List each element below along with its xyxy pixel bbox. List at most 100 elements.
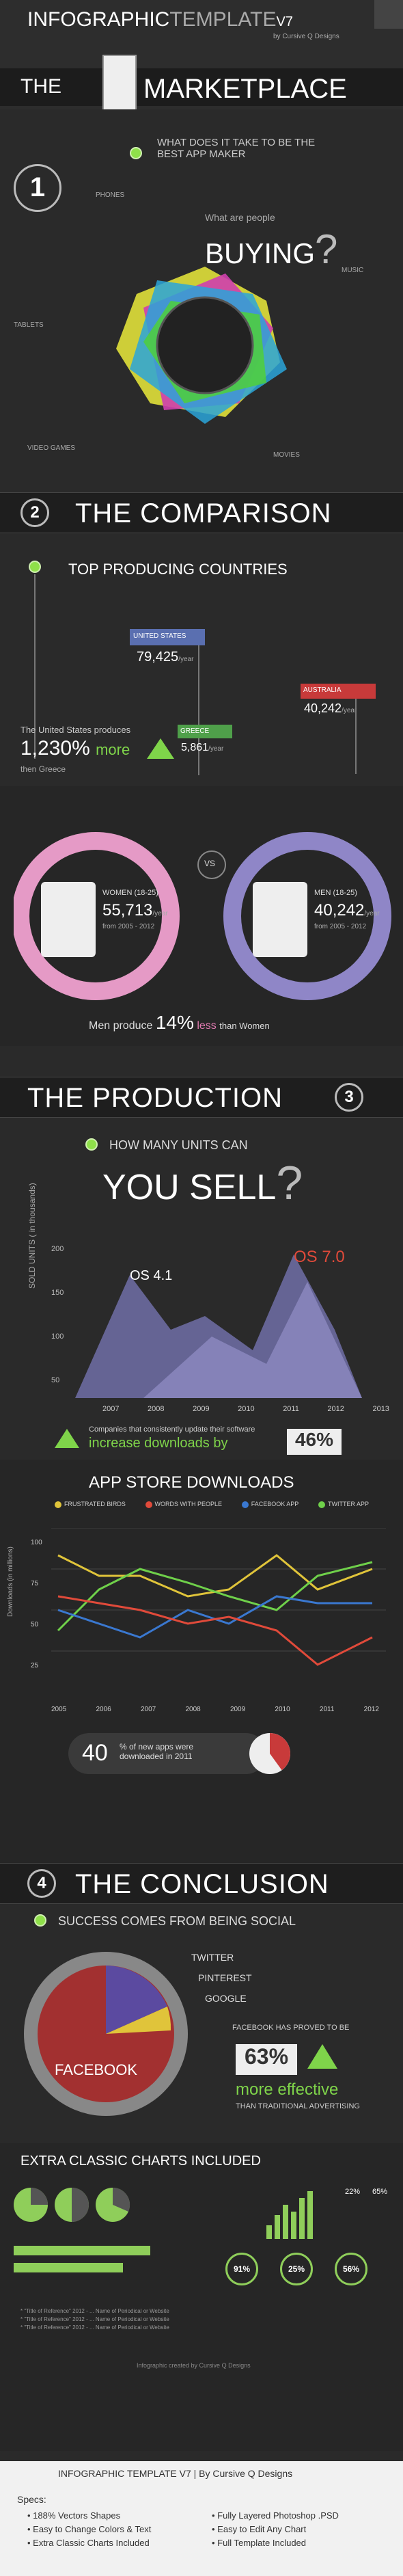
greece-bar: GREECE <box>178 725 232 738</box>
tablets-label: TABLETS <box>14 321 44 329</box>
up-arrow-icon <box>307 2044 337 2069</box>
us-bar: UNITED STATES <box>130 629 205 645</box>
social-donut <box>24 1952 188 2116</box>
infographic: INFOGRAPHICTEMPLATEV7 by Cursive Q Desig… <box>0 0 403 2576</box>
men-years: from 2005 - 2012 <box>314 923 367 930</box>
man-icon <box>253 882 307 957</box>
increase-text: increase downloads by <box>89 1436 228 1451</box>
dl-year-axis: 2005 2006 2007 2008 2009 2010 2011 2012 <box>51 1706 379 1713</box>
buying-label: What are people <box>205 212 275 223</box>
sold-units-label: SOLD UNITS ( in thousands) <box>27 1183 37 1289</box>
companies-text: Companies that consistently update their… <box>89 1425 255 1434</box>
woman-icon <box>41 882 96 957</box>
extra-charts: EXTRA CLASSIC CHARTS INCLUDED 22% 65% 91… <box>0 2143 403 2451</box>
footer-title: INFOGRAPHIC TEMPLATE V7 | By Cursive Q D… <box>58 2468 293 2479</box>
men-label: MEN (18-25) <box>314 889 357 897</box>
buying-chart <box>116 267 287 424</box>
facebook-label: FACEBOOK <box>55 2061 138 2078</box>
marker-dot <box>130 147 142 159</box>
conclusion-title: THE CONCLUSION <box>75 1869 329 1899</box>
circle-25: 25% <box>280 2253 313 2285</box>
header: INFOGRAPHICTEMPLATEV7 by Cursive Q Desig… <box>0 0 403 137</box>
phones-label: PHONES <box>96 191 125 199</box>
specs-right: • Fully Layered Photoshop .PSD • Easy to … <box>212 2510 339 2548</box>
year-axis: 2007 2008 2009 2010 2011 2012 2013 <box>102 1405 389 1413</box>
countries-section: TOP PRODUCING COUNTRIES UNITED STATES 79… <box>0 533 403 786</box>
you-sell-title: YOU SELL? <box>102 1156 303 1209</box>
new-apps-pct: 40 <box>82 1740 108 1766</box>
fb-text: FACEBOOK HAS PROVED TO BE <box>232 2024 350 2032</box>
australia-line <box>355 699 357 774</box>
production-title: THE PRODUCTION <box>27 1083 283 1113</box>
hbar-1 <box>14 2246 150 2255</box>
percent-more: 1,230% more <box>20 737 130 760</box>
dl-y-ticks: 100 75 50 25 <box>31 1539 42 1669</box>
women-label: WOMEN (18-25) <box>102 889 158 897</box>
conclusion-section: SUCCESS COMES FROM BEING SOCIAL FACEBOOK… <box>0 1904 403 2143</box>
fb-pct: 63% <box>236 2044 297 2075</box>
circle-56: 56% <box>335 2253 367 2285</box>
women-value: 55,713/year <box>102 901 168 920</box>
section-buying: WHAT DOES IT TAKE TO BE THE BEST APP MAK… <box>0 109 403 492</box>
marker-dot <box>34 1914 46 1927</box>
up-arrow-icon <box>55 1429 79 1448</box>
the-label: THE <box>20 75 61 98</box>
new-apps-text: % of new apps were downloaded in 2011 <box>120 1742 194 1761</box>
gender-section: VS WOMEN (18-25) 55,713/year from 2005 -… <box>0 786 403 1046</box>
top-countries-title: TOP PRODUCING COUNTRIES <box>68 561 288 578</box>
marker-dot <box>29 561 41 573</box>
marker-dot <box>85 1138 98 1151</box>
circle-91: 91% <box>225 2253 258 2285</box>
comparison-title: THE COMPARISON <box>75 498 332 528</box>
pinterest-label: PINTEREST <box>198 1972 252 1983</box>
us-value: 79,425/year <box>137 649 194 665</box>
extra-title: EXTRA CLASSIC CHARTS INCLUDED <box>20 2154 261 2169</box>
downloads-chart <box>51 1528 386 1666</box>
section-number-4: 4 <box>27 1869 56 1898</box>
then-greece: then Greece <box>20 764 66 774</box>
fb-more: more effective <box>236 2080 339 2099</box>
mini-pies <box>14 2187 130 2222</box>
downloads-ylabel: Downloads (in millions) <box>7 1546 14 1617</box>
google-label: GOOGLE <box>205 1993 247 2004</box>
increase-pct: 46% <box>287 1429 342 1455</box>
production-header: THE PRODUCTION 3 <box>0 1077 403 1118</box>
os2-label: OS 7.0 <box>294 1248 345 1266</box>
footer: INFOGRAPHIC TEMPLATE V7 | By Cursive Q D… <box>0 2461 403 2576</box>
corner-ribbon <box>374 0 403 29</box>
women-years: from 2005 - 2012 <box>102 923 155 930</box>
australia-value: 40,242/year <box>304 701 357 715</box>
hbar-2 <box>14 2263 123 2272</box>
production-section: HOW MANY UNITS CAN YOU SELL? SOLD UNITS … <box>0 1118 403 1460</box>
pct-65: 65% <box>372 2188 388 2196</box>
credit: Infographic created by Cursive Q Designs <box>137 2362 251 2369</box>
specs-label: Specs: <box>17 2494 46 2505</box>
marketplace-title: MARKETPLACE <box>143 74 347 104</box>
movies-label: MOVIES <box>273 451 300 459</box>
twitter-label: TWITTER <box>191 1952 234 1963</box>
social-title: SUCCESS COMES FROM BEING SOCIAL <box>58 1914 296 1928</box>
section-number-3: 3 <box>335 1083 363 1112</box>
pct-22: 22% <box>345 2188 361 2196</box>
how-many-label: HOW MANY UNITS CAN <box>109 1138 248 1152</box>
downloads-title: APP STORE DOWNLOADS <box>89 1473 294 1492</box>
greece-value: 5,861/year <box>181 742 224 753</box>
australia-bar: AUSTRALIA <box>301 684 376 699</box>
conclusion-header: 4 THE CONCLUSION <box>0 1863 403 1904</box>
fb-than: THAN TRADITIONAL ADVERTISING <box>236 2102 360 2110</box>
references: * "Title of Reference" 2012 - ... Name o… <box>20 2308 169 2331</box>
produces-text: The United States produces <box>20 725 131 735</box>
comparison-header: 2 THE COMPARISON <box>0 492 403 533</box>
video-games-label: VIDEO GAMES <box>27 444 76 452</box>
new-apps-pie <box>249 1733 291 1774</box>
specs-left: • 188% Vectors Shapes • Easy to Change Co… <box>27 2510 152 2548</box>
men-value: 40,242/year <box>314 901 380 920</box>
downloads-legend: FRUSTRATED BIRDS WORDS WITH PEOPLE FACEB… <box>55 1501 369 1508</box>
byline: by Cursive Q Designs <box>273 33 339 40</box>
os1-label: OS 4.1 <box>130 1268 173 1283</box>
mini-bars <box>266 2191 313 2239</box>
downloads-section: APP STORE DOWNLOADS FRUSTRATED BIRDS WOR… <box>0 1460 403 1863</box>
us-line <box>198 645 199 775</box>
section-number-2: 2 <box>20 498 49 527</box>
header-title: INFOGRAPHICTEMPLATEV7 <box>27 8 293 31</box>
